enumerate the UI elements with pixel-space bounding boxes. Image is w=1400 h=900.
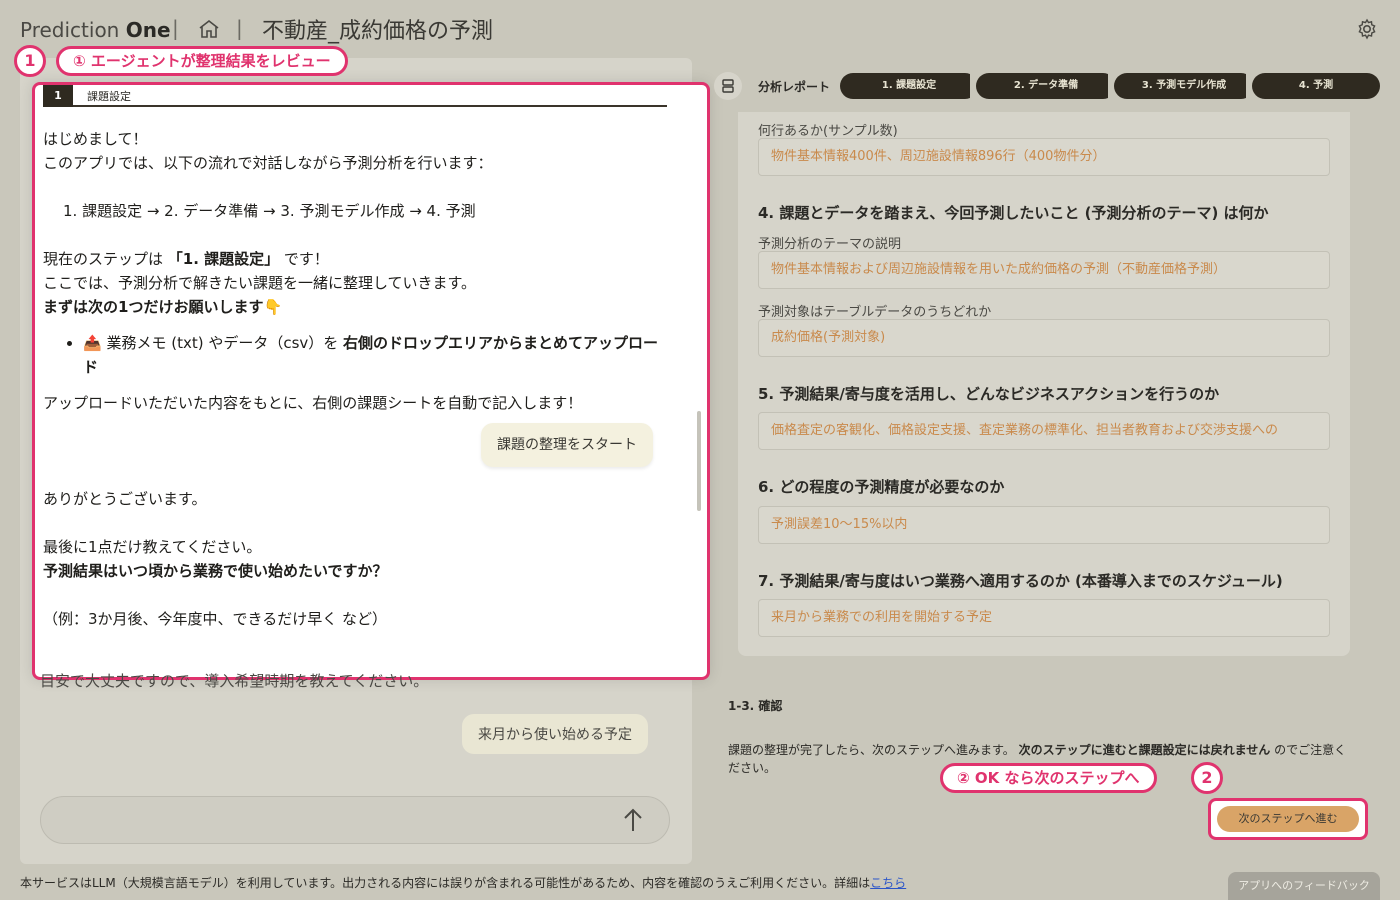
details-link[interactable]: こちら [870,876,906,890]
step-1[interactable]: 1. 課題設定 [840,73,978,99]
annotation-label-2: ② OK なら次のステップへ [940,763,1157,793]
feedback-button[interactable]: アプリへのフィードバック [1228,872,1380,900]
list-item: 📤 業務メモ (txt) やデータ（csv）を 右側のドロップエリアからまとめて… [83,331,673,379]
target-field[interactable]: 成約価格(予測対象) [758,319,1330,357]
target-label: 予測対象はテーブルデータのうちどれか [758,305,992,320]
report-icon [714,72,742,100]
next-step-button[interactable]: 次のステップへ進む [1217,806,1359,832]
theme-field[interactable]: 物件基本情報および周辺施設情報を用いた成約価格の予測（不動産価格予測） [758,251,1330,289]
chat-step-label: 課題設定 [87,90,131,103]
instruction-list: 📤 業務メモ (txt) やデータ（csv）を 右側のドロップエリアからまとめて… [83,331,673,379]
send-arrow-icon[interactable] [623,807,643,833]
message-line: ここでは、予測分析で解きたい課題を一緒に整理していきます。 [43,274,477,292]
question-7-heading: 7. 予測結果/寄与度はいつ業務へ適用するのか (本番導入までのスケジュール) [758,572,1283,590]
flow-line: 1. 課題設定 → 2. データ準備 → 3. 予測モデル作成 → 4. 予測 [63,202,476,220]
message-line: （例：3か月後、今年度中、できるだけ早く など） [43,610,388,628]
theme-label: 予測分析のテーマの説明 [758,237,902,252]
question-4-heading: 4. 課題とデータを踏まえ、今回予測したいこと (予測分析のテーマ) は何か [758,204,1269,222]
chat-step-tab: 1 課題設定 [43,85,667,107]
message-line: 予測結果はいつ頃から業務で使い始めたいですか？ [43,562,388,580]
assistant-message: はじめまして！ このアプリでは、以下の流れで対話しながら予測分析を行います： 1… [43,127,673,631]
step-2[interactable]: 2. データ準備 [976,73,1116,99]
user-message-bubble: 課題の整理をスタート [481,423,653,467]
message-line: アップロードいただいた内容をもとに、右側の課題シートを自動で記入します！ [43,394,583,412]
message-line: ありがとうございます。 [43,490,207,508]
message-line: 目安で大丈夫ですので、導入希望時期を教えてください。 [40,672,429,690]
chat-input[interactable] [40,796,670,844]
message-line: はじめまして！ [43,130,148,148]
accuracy-field[interactable]: 予測誤差10～15%以内 [758,506,1330,544]
user-message-bubble: 来月から使い始める予定 [462,714,648,754]
home-icon[interactable] [198,19,220,39]
step-4[interactable]: 4. 予測 [1252,73,1380,99]
rows-field[interactable]: 物件基本情報400件、周辺施設情報896行（400物件分） [758,138,1330,176]
gear-icon[interactable] [1356,18,1378,40]
report-label: 分析レポート [758,80,831,94]
chat-step-number: 1 [43,85,73,107]
annotation-badge-2: 2 [1191,762,1223,794]
message-line: このアプリでは、以下の流れで対話しながら予測分析を行います： [43,154,493,172]
message-line: 現在のステップは 「1. 課題設定」 です！ [43,250,329,268]
question-5-heading: 5. 予測結果/寄与度を活用し、どんなビジネスアクションを行うのか [758,385,1220,403]
question-6-heading: 6. どの程度の予測精度が必要なのか [758,478,1005,496]
confirm-title: 1-3. 確認 [728,699,783,713]
action-field[interactable]: 価格査定の客観化、価格設定支援、査定業務の標準化、担当者教育および交渉支援への [758,412,1330,450]
next-step-highlight: 次のステップへ進む [1208,798,1368,840]
app-logo[interactable]: Prediction One [20,18,171,42]
disclaimer-footer: 本サービスはLLM（大規模言語モデル）を利用しています。出力される内容には誤りが… [20,876,907,890]
message-line: 最後に1点だけ教えてください。 [43,538,262,556]
annotation-badge-1: 1 [14,45,46,77]
message-line: まずは次の1つだけお願いします👇 [43,298,283,316]
step-3[interactable]: 3. 予測モデル作成 [1114,73,1254,99]
issue-sheet: 何行あるか(サンプル数) 物件基本情報400件、周辺施設情報896行（400物件… [738,112,1350,656]
annotation-label-1: ① エージェントが整理結果をレビュー [56,46,348,76]
page-title: 不動産_成約価格の予測 [262,19,494,44]
header-separator: | [236,16,243,40]
schedule-field[interactable]: 来月から業務での利用を開始する予定 [758,599,1330,637]
chat-history[interactable]: 1 課題設定 はじめまして！ このアプリでは、以下の流れで対話しながら予測分析を… [32,82,710,680]
chat-scrollbar[interactable] [697,411,701,511]
step-progress: 1. 課題設定 2. データ準備 3. 予測モデル作成 4. 予測 [840,73,1380,99]
rows-label: 何行あるか(サンプル数) [758,124,898,139]
header-separator: | [172,16,179,40]
